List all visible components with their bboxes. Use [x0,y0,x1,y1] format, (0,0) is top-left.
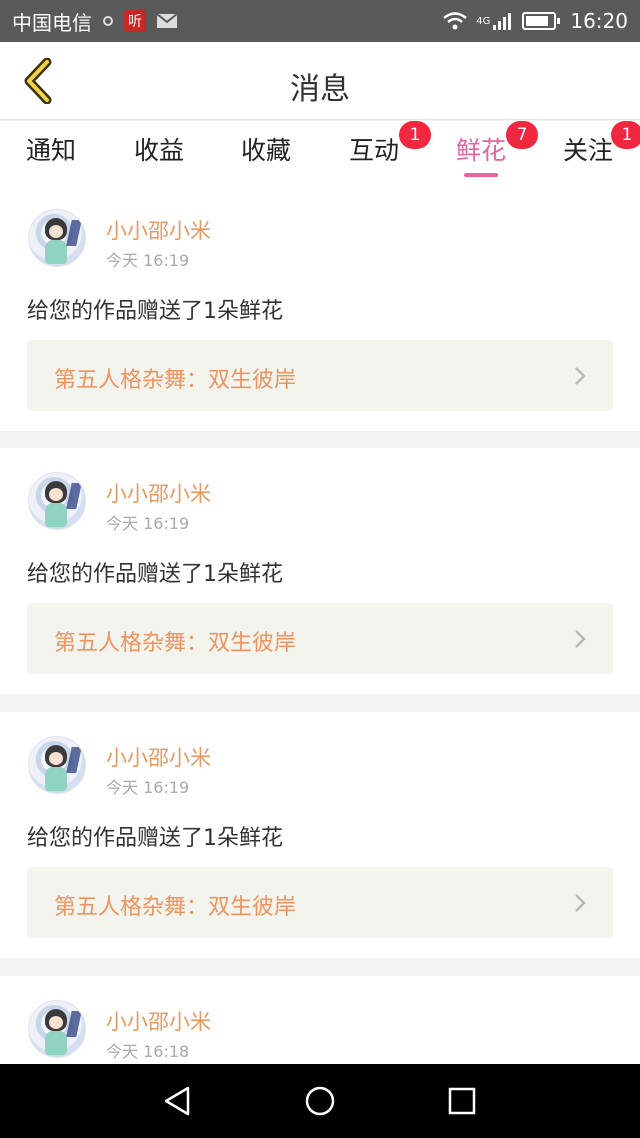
username[interactable]: 小小邵小米 [106,742,211,772]
active-tab-indicator [464,173,499,177]
message-card: 小小邵小米 今天 16:18 [0,976,640,1066]
message-card: 小小邵小米 今天 16:19 给您的作品赠送了1朵鲜花 第五人格杂舞：双生彼岸 [0,712,640,958]
timestamp: 今天 16:19 [106,778,190,797]
unread-badge: 1 [611,121,640,149]
ting-app-icon: 听 [124,10,146,32]
work-link[interactable]: 第五人格杂舞：双生彼岸 [27,340,613,411]
clock-label: 16:20 [570,9,628,33]
wifi-icon [442,11,468,31]
tab-interactions[interactable]: 互动 1 [349,121,432,167]
work-link[interactable]: 第五人格杂舞：双生彼岸 [27,603,613,674]
tab-label: 收益 [134,136,185,165]
avatar[interactable] [28,472,86,530]
message-text: 给您的作品赠送了1朵鲜花 [27,299,283,324]
timestamp: 今天 16:19 [106,251,190,270]
unread-badge: 7 [506,121,539,149]
username[interactable]: 小小邵小米 [106,478,211,508]
status-bar: 中国电信 听 4G 16:20 [0,0,640,42]
tab-flowers[interactable]: 鲜花 7 [456,121,539,177]
unread-badge: 1 [399,121,432,149]
network-label: 4G [476,15,491,27]
notification-dot-icon [102,15,114,27]
work-title: 第五人格杂舞：双生彼岸 [54,368,297,393]
nav-home-button[interactable] [303,1084,337,1118]
timestamp: 今天 16:18 [106,1042,190,1061]
message-card: 小小邵小米 今天 16:19 给您的作品赠送了1朵鲜花 第五人格杂舞：双生彼岸 [0,185,640,431]
system-nav-bar [0,1064,640,1138]
work-link[interactable]: 第五人格杂舞：双生彼岸 [27,867,613,938]
triangle-back-icon [164,1086,190,1116]
mail-icon [156,13,178,29]
work-title: 第五人格杂舞：双生彼岸 [54,895,297,920]
timestamp: 今天 16:19 [106,514,190,533]
tab-label: 鲜花 [456,136,507,165]
tab-follows[interactable]: 关注 1 [563,121,640,167]
username[interactable]: 小小邵小米 [106,1006,211,1036]
nav-recents-button[interactable] [445,1084,479,1118]
circle-home-icon [305,1086,335,1116]
avatar[interactable] [28,209,86,267]
chevron-right-icon [575,367,586,385]
message-text: 给您的作品赠送了1朵鲜花 [27,562,283,587]
tab-favorites[interactable]: 收藏 [241,131,291,167]
tab-label: 收藏 [241,136,292,165]
tab-label: 通知 [26,136,77,165]
chevron-right-icon [575,894,586,912]
header: 消息 [0,42,640,120]
tab-label: 关注 [563,136,614,165]
battery-icon [522,12,561,30]
square-recents-icon [448,1087,476,1115]
carrier-label: 中国电信 [12,10,92,35]
chevron-right-icon [575,630,586,648]
tab-label: 互动 [349,136,400,165]
username[interactable]: 小小邵小米 [106,215,211,245]
page-title: 消息 [290,72,350,107]
message-text: 给您的作品赠送了1朵鲜花 [27,826,283,851]
work-title: 第五人格杂舞：双生彼岸 [54,631,297,656]
signal-icon [492,11,514,31]
tab-bar: 通知 收益 收藏 互动 1 鲜花 7 关注 1 [0,121,640,185]
avatar[interactable] [28,1000,86,1058]
message-card: 小小邵小米 今天 16:19 给您的作品赠送了1朵鲜花 第五人格杂舞：双生彼岸 [0,448,640,694]
avatar[interactable] [28,736,86,794]
tab-earnings[interactable]: 收益 [134,131,184,167]
nav-back-button[interactable] [160,1084,194,1118]
tab-notifications[interactable]: 通知 [26,131,76,167]
